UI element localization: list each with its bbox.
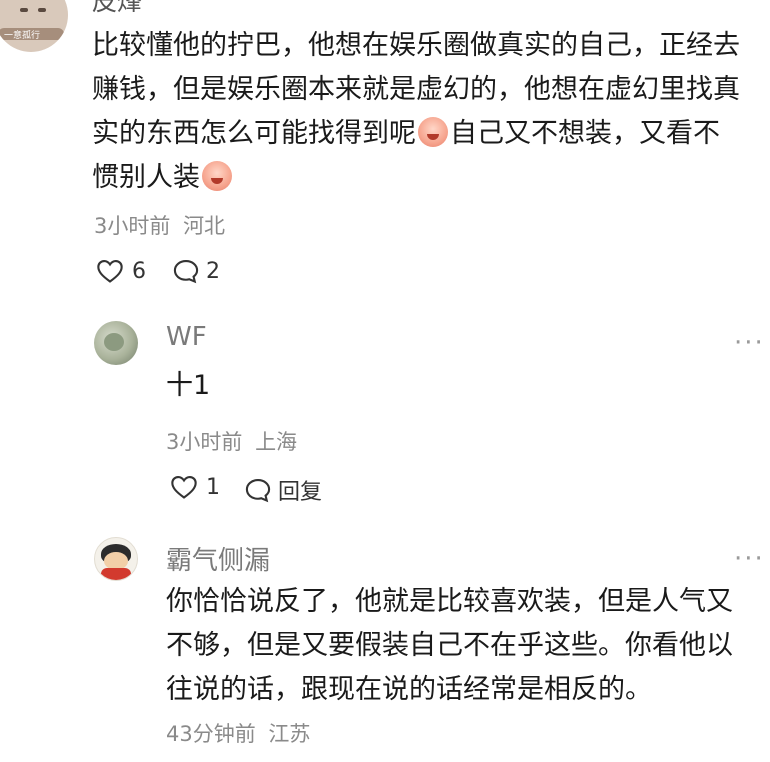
more-icon[interactable]: ··· (734, 328, 765, 358)
comment-time: 3小时前 (94, 214, 171, 238)
reply-time: 3小时前 (166, 430, 243, 454)
heart-icon (97, 260, 123, 283)
crying-emoji-icon (418, 117, 448, 147)
reply-label: 回复 (278, 480, 323, 505)
comment-bubble-icon (245, 479, 271, 503)
reply-author[interactable]: 霸气侧漏 (166, 540, 270, 577)
reply-time: 43分钟前 (166, 722, 256, 746)
comment-text: 比较懂他的拧巴，他想在娱乐圈做真实的自己，正经去 赚钱，但是娱乐圈本来就是虚幻的… (92, 30, 740, 193)
comment-meta: 3小时前 河北 (94, 210, 225, 240)
reply-author[interactable]: WF (166, 322, 207, 352)
comment-location: 河北 (183, 214, 226, 238)
reply-text: 十1 (166, 370, 211, 401)
reply-count: 2 (206, 258, 220, 284)
heart-icon (171, 476, 197, 499)
comment-bubble-icon (173, 260, 199, 284)
avatar[interactable]: 一意孤行 (0, 0, 68, 52)
reply-meta: 43分钟前 江苏 (166, 718, 310, 748)
reply-location: 江苏 (268, 722, 311, 746)
like-count: 6 (132, 258, 146, 284)
reply-button[interactable]: 回复 (244, 474, 322, 506)
like-button[interactable]: 6 (96, 258, 146, 284)
more-icon[interactable]: ··· (734, 544, 765, 574)
avatar[interactable] (94, 321, 138, 365)
avatar-caption: 一意孤行 (4, 31, 41, 41)
comment-author[interactable]: 皮烽 (92, 0, 142, 18)
like-count: 1 (206, 474, 220, 500)
avatar[interactable] (94, 537, 138, 581)
reply-text: 你恰恰说反了，他就是比较喜欢装，但是人气又 不够，但是又要假装自己不在乎这些。你… (166, 586, 733, 705)
like-button[interactable]: 1 (170, 474, 220, 500)
reply-location: 上海 (255, 430, 298, 454)
reply-button[interactable]: 2 (172, 258, 220, 284)
reply-meta: 3小时前 上海 (166, 426, 297, 456)
crying-emoji-icon (202, 161, 232, 191)
